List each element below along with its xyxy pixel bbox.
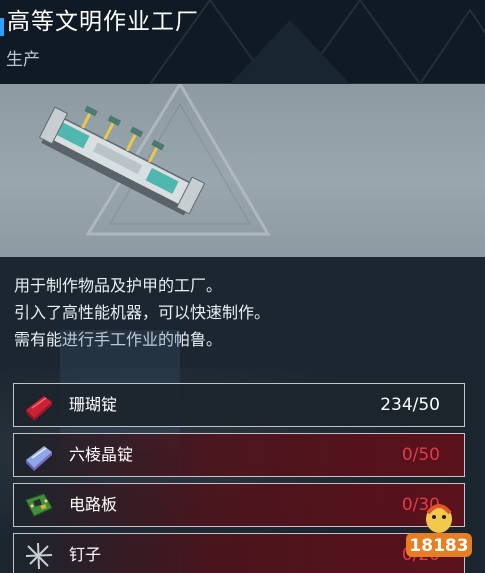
material-name: 珊瑚锭 xyxy=(69,395,118,414)
material-row-circuit-board: 电路板 0/30 xyxy=(13,483,465,527)
description-line: 用于制作物品及护甲的工厂。 xyxy=(14,276,223,295)
factory-image xyxy=(38,84,271,236)
material-name: 电路板 xyxy=(69,495,118,514)
category-label: 生产 xyxy=(6,50,40,70)
material-count: 0/50 xyxy=(401,445,440,465)
material-row-coral-ingot: 珊瑚锭 234/50 xyxy=(13,383,465,427)
title-accent-bar xyxy=(0,18,4,36)
material-row-nails: 钉子 0/20 xyxy=(13,533,465,573)
hexolite-ingot-icon xyxy=(26,446,52,471)
item-image-area xyxy=(0,84,485,257)
material-name: 六棱晶锭 xyxy=(69,445,134,464)
watermark-logo: 18183 xyxy=(406,504,472,557)
circuit-board-icon xyxy=(25,493,53,517)
item-detail-panel: 高等文明作业工厂 生产 用于制作物品及护甲的工厂。 引入了高性能机器，可以快速制… xyxy=(0,0,485,573)
material-name: 钉子 xyxy=(69,545,102,564)
watermark-text: 18183 xyxy=(409,536,468,556)
nails-icon xyxy=(25,542,53,570)
page-title: 高等文明作业工厂 xyxy=(7,9,199,35)
description-line: 引入了高性能机器，可以快速制作。 xyxy=(14,303,271,322)
coral-ingot-icon xyxy=(26,396,52,421)
material-row-hexolite-ingot: 六棱晶锭 0/50 xyxy=(13,433,465,477)
material-count: 234/50 xyxy=(380,395,440,415)
header: 高等文明作业工厂 生产 xyxy=(0,0,485,84)
